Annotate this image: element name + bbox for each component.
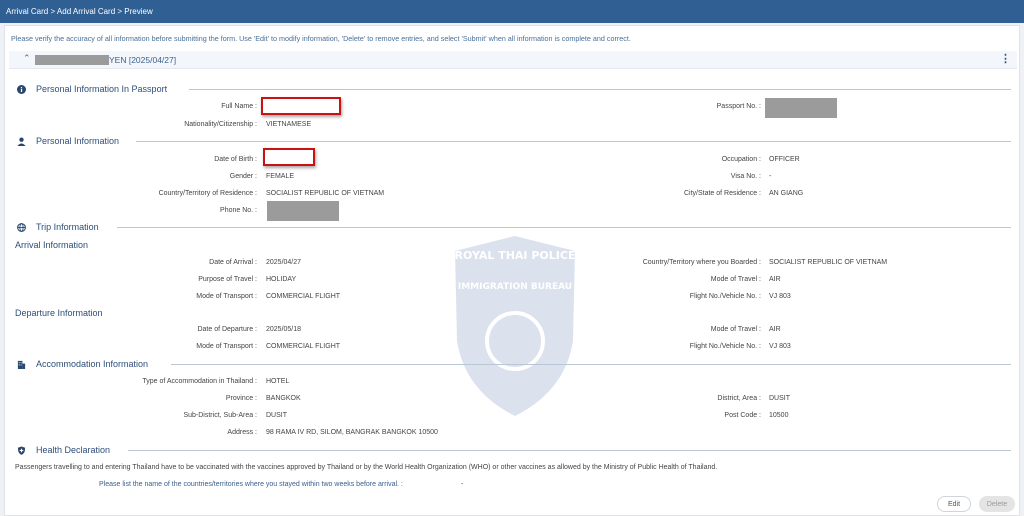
accommodation-type-value: HOTEL: [266, 378, 290, 385]
arrival-date-value: 2025/04/27: [266, 259, 302, 266]
phone-masked: [267, 201, 339, 221]
section-title: Accommodation Information: [36, 359, 149, 369]
dep-flight-label: Flight No./Vehicle No. :: [689, 343, 761, 350]
intro-text: Please verify the accuracy of all inform…: [11, 34, 631, 43]
district-label: District, Area :: [717, 395, 761, 402]
stay-countries-question: Please list the name of the countries/te…: [99, 481, 403, 488]
divider: [189, 89, 1011, 90]
departure-subtitle: Departure Information: [15, 308, 103, 318]
masked-name: [35, 55, 109, 65]
subdistrict-label: Sub-District, Sub-Area :: [183, 412, 257, 419]
address-value: 98 RAMA IV RD, SILOM, BANGRAK BANGKOK 10…: [266, 429, 438, 436]
postcode-label: Post Code :: [724, 412, 761, 419]
section-title: Trip Information: [36, 222, 99, 232]
district-value: DUSIT: [769, 395, 790, 402]
dep-travel-mode-value: AIR: [769, 326, 781, 333]
dep-travel-mode-label: Mode of Travel :: [710, 326, 761, 333]
travel-mode-label: Mode of Travel :: [710, 276, 761, 283]
full-name-redacted: [261, 97, 341, 115]
section-title: Health Declaration: [36, 445, 111, 455]
city-label: City/State of Residence :: [683, 190, 761, 197]
section-title: Personal Information In Passport: [36, 84, 168, 94]
accommodation-type-label: Type of Accommodation in Thailand :: [142, 378, 257, 385]
boarded-value: SOCIALIST REPUBLIC OF VIETNAM: [769, 259, 888, 266]
passport-no-label: Passport No. :: [716, 103, 761, 110]
occupation-label: Occupation :: [721, 156, 761, 163]
full-name-label: Full Name :: [221, 103, 257, 110]
subdistrict-value: DUSIT: [266, 412, 287, 419]
stay-countries-answer: -: [461, 481, 464, 488]
person-icon: [17, 137, 26, 146]
dep-transport-label: Mode of Transport :: [196, 343, 257, 350]
gender-value: FEMALE: [266, 173, 295, 180]
departure-date-value: 2025/05/18: [266, 326, 302, 333]
record-title: YEN [2025/04/27]: [109, 55, 177, 65]
building-icon: [17, 360, 26, 369]
breadcrumb: Arrival Card > Add Arrival Card > Previe…: [0, 0, 1024, 23]
watermark-middle-text: IMMIGRATION BUREAU: [458, 282, 572, 292]
flight-label: Flight No./Vehicle No. :: [689, 293, 761, 300]
watermark-top-text: ROYAL THAI POLICE: [455, 249, 576, 262]
residence-value: SOCIALIST REPUBLIC OF VIETNAM: [266, 190, 385, 197]
info-icon: [17, 84, 26, 94]
flight-value: VJ 803: [769, 293, 791, 300]
address-label: Address :: [227, 429, 257, 436]
boarded-label: Country/Territory where you Boarded :: [642, 259, 761, 266]
residence-label: Country/Territory of Residence :: [158, 190, 257, 197]
city-value: AN GIANG: [769, 190, 804, 197]
purpose-label: Purpose of Travel :: [198, 276, 257, 283]
delete-button[interactable]: Delete: [979, 496, 1015, 512]
section-trip: Trip Information: [17, 220, 99, 234]
shield-icon: [17, 445, 26, 455]
preview-panel: Please verify the accuracy of all inform…: [4, 25, 1020, 516]
purpose-value: HOLIDAY: [266, 276, 297, 283]
dob-label: Date of Birth :: [214, 156, 257, 163]
postcode-value: 10500: [769, 412, 789, 419]
dob-redacted: [263, 148, 315, 166]
dep-flight-value: VJ 803: [769, 343, 791, 350]
province-value: BANGKOK: [266, 395, 301, 402]
travel-mode-value: AIR: [769, 276, 781, 283]
visa-value: -: [769, 173, 772, 180]
section-title: Personal Information: [36, 136, 120, 146]
visa-label: Visa No. :: [730, 173, 761, 180]
arrival-subtitle: Arrival Information: [15, 240, 89, 250]
divider: [128, 450, 1011, 451]
section-health: Health Declaration: [17, 443, 110, 457]
arrival-date-label: Date of Arrival :: [209, 259, 257, 266]
police-badge-watermark: ROYAL THAI POLICE IMMIGRATION BUREAU: [455, 236, 576, 416]
divider: [136, 141, 1011, 142]
nationality-label: Nationality/Citizenship :: [184, 121, 257, 128]
dep-transport-value: COMMERCIAL FLIGHT: [266, 343, 341, 350]
departure-date-label: Date of Departure :: [197, 326, 257, 333]
kebab-menu-icon[interactable]: ⋮: [1000, 52, 1011, 65]
section-accommodation: Accommodation Information: [17, 357, 148, 371]
globe-icon: [17, 222, 26, 232]
gender-label: Gender :: [229, 173, 257, 180]
record-header[interactable]: ⌃ YEN [2025/04/27] ⋮: [9, 51, 1017, 69]
occupation-value: OFFICER: [769, 156, 800, 163]
section-passport: Personal Information In Passport: [17, 82, 167, 96]
edit-button[interactable]: Edit: [937, 496, 971, 512]
divider: [117, 227, 1011, 228]
divider: [171, 364, 1011, 365]
chevron-up-icon[interactable]: ⌃: [23, 53, 31, 64]
transport-value: COMMERCIAL FLIGHT: [266, 293, 341, 300]
passport-no-masked: [765, 98, 837, 118]
phone-label: Phone No. :: [220, 207, 257, 214]
section-personal: Personal Information: [17, 134, 119, 148]
province-label: Province :: [225, 395, 257, 402]
health-declaration-text: Passengers travelling to and entering Th…: [15, 464, 718, 471]
transport-label: Mode of Transport :: [196, 293, 257, 300]
nationality-value: VIETNAMESE: [266, 121, 312, 128]
